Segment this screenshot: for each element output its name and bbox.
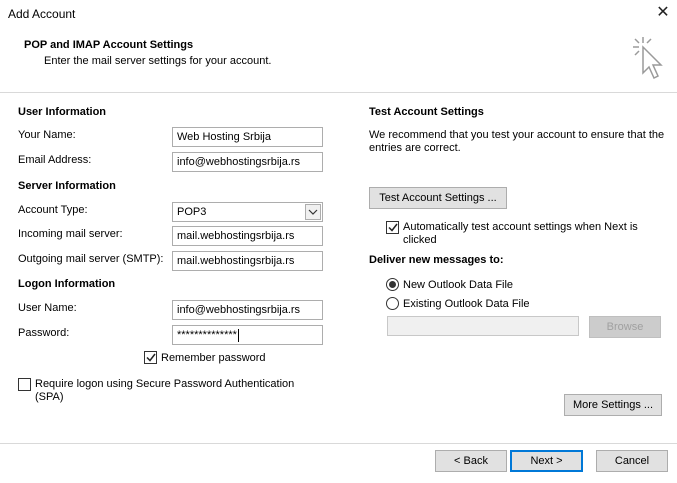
- account-type-value: POP3: [177, 206, 207, 218]
- text-caret: [237, 328, 239, 342]
- your-name-label: Your Name:: [18, 129, 76, 141]
- account-type-label: Account Type:: [18, 204, 88, 216]
- password-input[interactable]: **************: [172, 325, 323, 345]
- new-data-file-label[interactable]: New Outlook Data File: [403, 279, 513, 291]
- user-info-heading: User Information: [18, 106, 107, 118]
- footer-divider: [0, 443, 677, 444]
- auto-test-label[interactable]: Automatically test account settings when…: [403, 221, 663, 247]
- password-label: Password:: [18, 327, 70, 339]
- checkmark-icon: [387, 223, 398, 232]
- chevron-down-icon[interactable]: [305, 204, 321, 220]
- next-button[interactable]: Next >: [510, 450, 583, 472]
- incoming-server-label: Incoming mail server:: [18, 228, 123, 240]
- more-settings-button[interactable]: More Settings ...: [564, 394, 662, 416]
- remember-password-label[interactable]: Remember password: [161, 352, 266, 364]
- window-title: Add Account: [8, 7, 76, 21]
- existing-data-file-label[interactable]: Existing Outlook Data File: [403, 298, 530, 310]
- user-name-input[interactable]: info@webhostingsrbija.rs: [172, 300, 323, 320]
- auto-test-checkbox[interactable]: [386, 221, 399, 234]
- test-settings-description: We recommend that you test your account …: [369, 129, 665, 154]
- cancel-button[interactable]: Cancel: [596, 450, 668, 472]
- checkmark-icon: [145, 353, 156, 362]
- spa-checkbox[interactable]: [18, 378, 31, 391]
- user-name-label: User Name:: [18, 302, 77, 314]
- data-file-path-input: [387, 316, 579, 336]
- remember-password-checkbox[interactable]: [144, 351, 157, 364]
- existing-data-file-radio[interactable]: [386, 297, 399, 310]
- test-account-settings-button[interactable]: Test Account Settings ...: [369, 187, 507, 209]
- header-divider: [0, 92, 677, 93]
- deliver-heading: Deliver new messages to:: [369, 254, 504, 266]
- cursor-click-icon: [625, 33, 669, 83]
- outgoing-server-label: Outgoing mail server (SMTP):: [18, 253, 164, 265]
- outgoing-server-input[interactable]: mail.webhostingsrbija.rs: [172, 251, 323, 271]
- account-type-select[interactable]: POP3: [172, 202, 323, 222]
- logon-info-heading: Logon Information: [18, 278, 116, 290]
- spa-label[interactable]: Require logon using Secure Password Auth…: [35, 378, 325, 404]
- email-address-input[interactable]: info@webhostingsrbija.rs: [172, 152, 323, 172]
- email-address-label: Email Address:: [18, 154, 92, 166]
- server-info-heading: Server Information: [18, 180, 116, 192]
- browse-button: Browse: [589, 316, 661, 338]
- close-icon[interactable]: ✕: [652, 3, 674, 25]
- page-subtitle: Enter the mail server settings for your …: [44, 55, 272, 67]
- back-button[interactable]: < Back: [435, 450, 507, 472]
- new-data-file-radio[interactable]: [386, 278, 399, 291]
- password-value: **************: [177, 329, 237, 341]
- incoming-server-input[interactable]: mail.webhostingsrbija.rs: [172, 226, 323, 246]
- test-settings-heading: Test Account Settings: [369, 106, 484, 118]
- your-name-input[interactable]: Web Hosting Srbija: [172, 127, 323, 147]
- page-title: POP and IMAP Account Settings: [24, 39, 194, 51]
- radio-selected-dot: [389, 281, 396, 288]
